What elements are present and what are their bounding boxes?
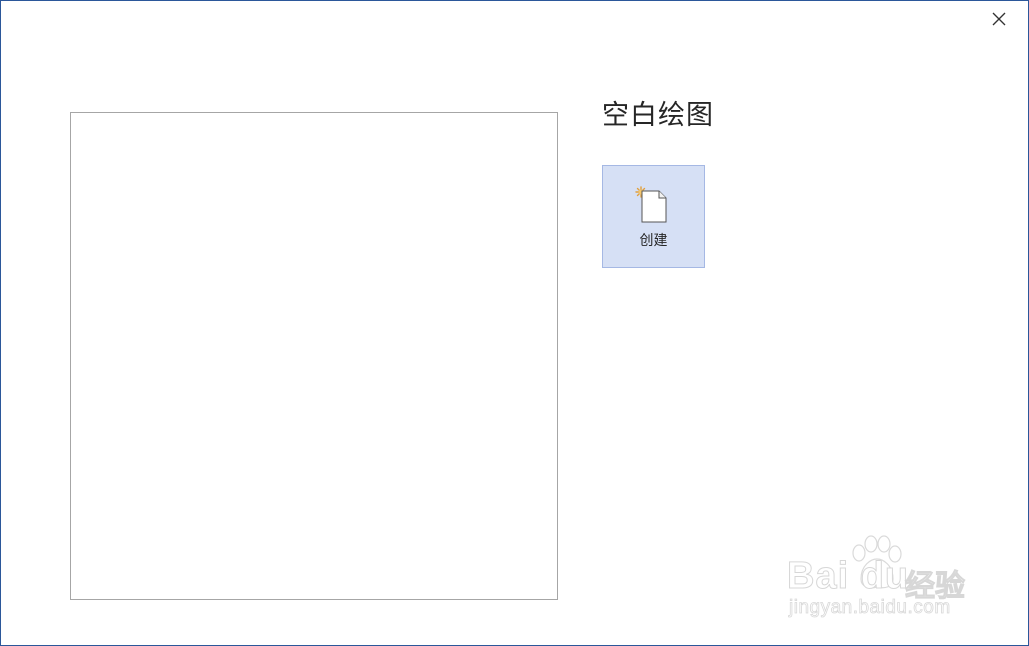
watermark-url: jingyan.baidu.com <box>789 597 951 619</box>
close-button[interactable] <box>985 5 1013 33</box>
new-drawing-dialog: 空白绘图 创建 Bai du 经验 jingyan.baidu.com <box>0 0 1029 646</box>
close-icon <box>992 12 1006 26</box>
template-title: 空白绘图 <box>602 100 714 131</box>
new-document-icon <box>635 186 667 223</box>
template-preview <box>70 112 558 600</box>
create-label: 创建 <box>639 233 668 249</box>
baidu-jingyan-watermark: Bai du 经验 jingyan.baidu.com <box>786 535 987 627</box>
create-button[interactable]: 创建 <box>602 165 705 268</box>
watermark-brand: Bai du <box>786 555 910 598</box>
